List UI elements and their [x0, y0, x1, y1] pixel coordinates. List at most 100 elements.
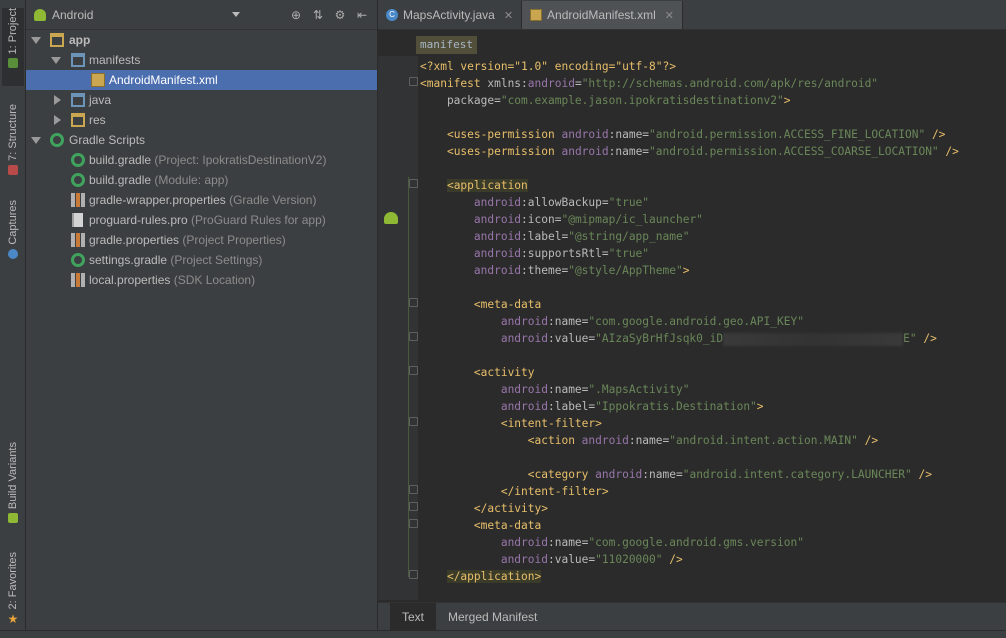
chevron-right-icon[interactable]: [52, 115, 62, 125]
xml-value: "android.permission.ACCESS_COARSE_LOCATI…: [649, 145, 939, 158]
tree-item-label: res: [89, 113, 106, 127]
fold-marker[interactable]: [409, 77, 418, 86]
project-panel: Android ⊕ ⇅ ⚙ ⇤ app manifests AndroidMan…: [26, 0, 378, 630]
resource-folder-icon: [71, 113, 85, 127]
captures-tool-button[interactable]: Captures: [2, 200, 24, 262]
code-editor[interactable]: <?xml version="1.0" encoding="utf-8"?> <…: [420, 56, 1006, 600]
folder-icon: [71, 53, 85, 67]
xml-file-icon: [530, 9, 543, 21]
tree-item-label: java: [89, 93, 112, 107]
fold-marker[interactable]: [409, 332, 418, 341]
properties-file-icon: [71, 233, 85, 247]
fold-marker[interactable]: [409, 366, 418, 375]
code-line: android:allowBackup="true": [473, 196, 650, 209]
android-icon: [8, 513, 18, 524]
android-icon: [384, 212, 398, 224]
tree-item-gradle-scripts[interactable]: Gradle Scripts: [26, 130, 377, 150]
xml-value: "@mipmap/ic_launcher": [561, 213, 703, 226]
tab-text[interactable]: Text: [390, 602, 437, 631]
favorites-tool-button[interactable]: 2: Favorites ★: [2, 552, 24, 626]
text-file-icon: [72, 213, 83, 227]
project-view-dropdown[interactable]: Android: [46, 4, 246, 26]
code-line: android:name="com.google.android.geo.API…: [500, 315, 804, 328]
fold-marker[interactable]: [409, 519, 418, 528]
chevron-down-icon[interactable]: [50, 55, 61, 65]
hide-panel-icon[interactable]: ⇤: [355, 8, 369, 22]
xml-value: "android.permission.ACCESS_FINE_LOCATION…: [649, 128, 926, 141]
fold-marker[interactable]: [409, 298, 418, 307]
tree-item-app[interactable]: app: [26, 30, 377, 50]
fold-marker[interactable]: [409, 502, 418, 511]
collapse-all-icon[interactable]: ⇅: [311, 8, 325, 22]
fold-marker[interactable]: [409, 570, 418, 579]
xml-value: "http://schemas.android.com/apk/res/andr…: [581, 77, 879, 90]
gradle-icon: [50, 133, 64, 147]
xml-value: "com.google.android.gms.version": [588, 536, 804, 549]
code-line: android:name=".MapsActivity": [500, 383, 690, 396]
fold-marker[interactable]: [409, 417, 418, 426]
code-line: </intent-filter>: [500, 485, 609, 498]
breadcrumb-item-manifest[interactable]: manifest: [416, 36, 477, 54]
xml-value: "@style/AppTheme": [568, 264, 683, 277]
xml-value: "Ippokratis.Destination": [595, 400, 757, 413]
tree-item-gradle-properties[interactable]: gradle.properties (Project Properties): [26, 230, 377, 250]
tree-item-build-gradle-project[interactable]: build.gradle (Project: IpokratisDestinat…: [26, 150, 377, 170]
project-view-label: Android: [52, 7, 94, 22]
tree-item-gradle-wrapper[interactable]: gradle-wrapper.properties (Gradle Versio…: [26, 190, 377, 210]
tree-item-label: build.gradle: [89, 173, 152, 187]
tree-item-label: manifests: [89, 53, 141, 67]
breadcrumb: manifest: [378, 30, 1006, 56]
structure-tool-button[interactable]: 7: Structure: [2, 104, 24, 178]
xml-attr: xmlns:: [487, 77, 528, 90]
code-line: android:supportsRtl="true": [473, 247, 650, 260]
tree-item-label: app: [69, 33, 91, 47]
code-line: <uses-permission android:name="android.p…: [446, 145, 959, 158]
fold-marker[interactable]: [409, 485, 418, 494]
code-line: android:label="Ippokratis.Destination">: [500, 400, 764, 413]
scroll-from-source-icon[interactable]: ⊕: [289, 8, 303, 22]
structure-tool-label: 7: Structure: [7, 104, 19, 161]
xml-tag: >: [783, 94, 791, 107]
redacted-area: [723, 332, 904, 346]
tree-item-res[interactable]: res: [26, 110, 377, 130]
project-tool-button[interactable]: 1: Project: [2, 8, 24, 86]
tree-item-settings-gradle[interactable]: settings.gradle (Project Settings): [26, 250, 377, 270]
tree-item-build-gradle-module[interactable]: build.gradle (Module: app): [26, 170, 377, 190]
status-bar: [0, 630, 1006, 638]
tree-item-hint: (Project Properties): [179, 233, 286, 247]
editor-area: C MapsActivity.java ✕ AndroidManifest.xm…: [378, 0, 1006, 631]
tree-item-local-properties[interactable]: local.properties (SDK Location): [26, 270, 377, 290]
gear-icon[interactable]: ⚙: [333, 8, 347, 22]
tab-merged-manifest[interactable]: Merged Manifest: [436, 603, 549, 631]
code-line: <activity: [473, 366, 535, 379]
tree-item-label: build.gradle: [89, 153, 152, 167]
chevron-right-icon[interactable]: [52, 95, 62, 105]
project-tool-icon: [8, 58, 18, 69]
build-variants-tool-button[interactable]: Build Variants: [2, 442, 24, 524]
folder-icon: [71, 93, 85, 107]
close-icon[interactable]: ✕: [504, 9, 513, 22]
fold-marker[interactable]: [409, 179, 418, 188]
tab-maps-activity[interactable]: C MapsActivity.java ✕: [378, 1, 523, 29]
tree-item-java[interactable]: java: [26, 90, 377, 110]
code-line: android:icon="@mipmap/ic_launcher": [473, 213, 703, 226]
tree-item-label: settings.gradle: [89, 253, 168, 267]
xml-file-icon: [91, 73, 105, 87]
code-line: <application: [420, 177, 528, 194]
build-variants-tool-label: Build Variants: [7, 442, 19, 510]
tree-item-android-manifest[interactable]: AndroidManifest.xml: [26, 70, 377, 90]
xml-value: "AIzaSyBrHfJsqk0_iD: [595, 332, 724, 345]
project-tree: app manifests AndroidManifest.xml java r…: [26, 30, 377, 290]
captures-icon: [8, 248, 18, 259]
gradle-icon: [71, 153, 85, 167]
chevron-down-icon[interactable]: [30, 35, 41, 45]
close-icon[interactable]: ✕: [665, 9, 674, 22]
chevron-down-icon[interactable]: [30, 135, 41, 145]
tree-item-proguard-rules[interactable]: proguard-rules.pro (ProGuard Rules for a…: [26, 210, 377, 230]
scope-indicator: [408, 177, 409, 577]
code-line: <uses-permission android:name="android.p…: [446, 128, 946, 141]
tab-android-manifest[interactable]: AndroidManifest.xml ✕: [522, 1, 683, 29]
xml-declaration: <?xml version="1.0" encoding="utf-8"?>: [420, 60, 676, 73]
editor-bottom-tabs: Text Merged Manifest: [378, 602, 1006, 631]
tree-item-manifests[interactable]: manifests: [26, 50, 377, 70]
